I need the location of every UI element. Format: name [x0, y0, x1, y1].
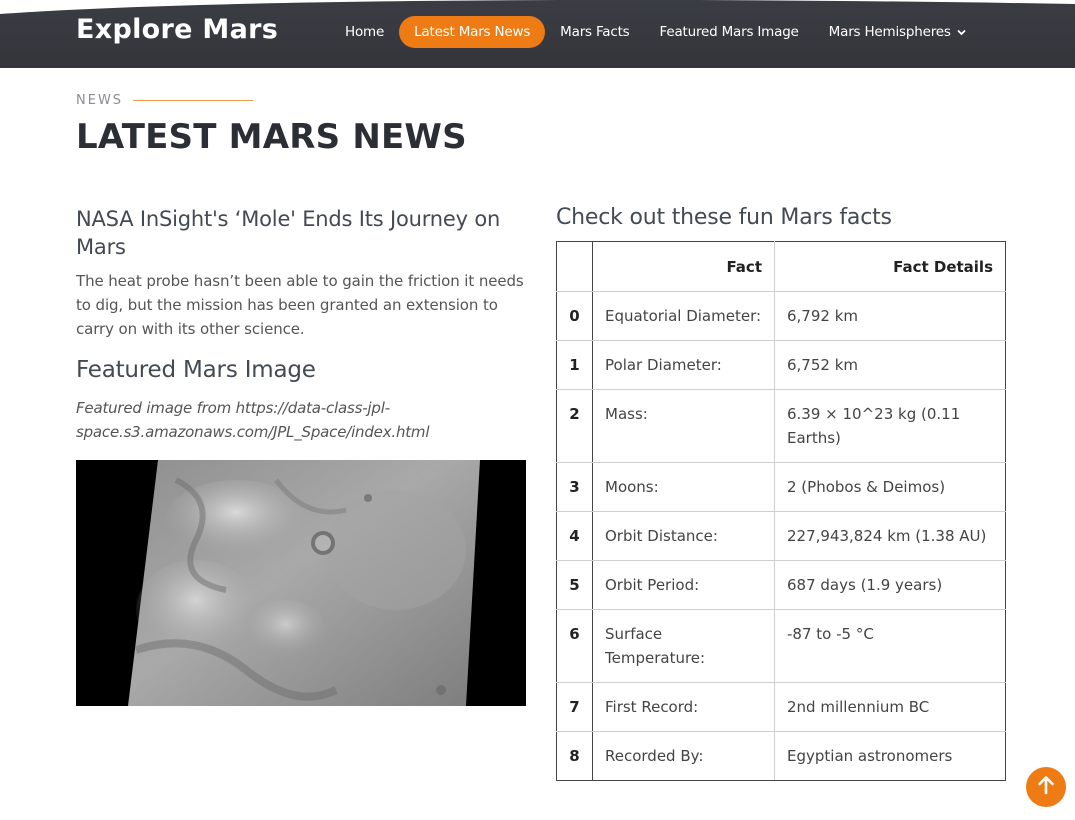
- row-index: 0: [556, 291, 593, 341]
- table-row: 5 Orbit Period: 687 days (1.9 years): [556, 560, 1006, 610]
- nav-latest-mars-news[interactable]: Latest Mars News: [399, 16, 546, 48]
- row-index: 5: [556, 560, 593, 610]
- kicker-divider: [133, 100, 253, 101]
- fact-label: Surface Temperature:: [592, 609, 775, 683]
- row-index: 3: [556, 462, 593, 512]
- fact-value: 2nd millennium BC: [774, 682, 1006, 732]
- fact-value: -87 to -5 °C: [774, 609, 1006, 683]
- row-index: 4: [556, 511, 593, 561]
- fact-value: 2 (Phobos & Deimos): [774, 462, 1006, 512]
- fact-label: First Record:: [592, 682, 775, 732]
- table-row: 4 Orbit Distance: 227,943,824 km (1.38 A…: [556, 511, 1006, 561]
- featured-image-caption: Featured image from https://data-class-j…: [76, 399, 430, 441]
- table-row: 1 Polar Diameter: 6,752 km: [556, 340, 1006, 390]
- row-index: 7: [556, 682, 593, 732]
- fact-value: 6,792 km: [774, 291, 1006, 341]
- featured-image-heading: Featured Mars Image: [76, 357, 316, 383]
- fact-label: Polar Diameter:: [592, 340, 775, 390]
- fact-label: Orbit Period:: [592, 560, 775, 610]
- nav-mars-hemispheres-label: Mars Hemispheres: [828, 24, 951, 40]
- row-index: 1: [556, 340, 593, 390]
- table-row: 3 Moons: 2 (Phobos & Deimos): [556, 462, 1006, 512]
- news-body: The heat probe hasn’t been able to gain …: [76, 272, 524, 338]
- fact-value: 687 days (1.9 years): [774, 560, 1006, 610]
- section-kicker: NEWS: [76, 93, 124, 108]
- nav-featured-mars-image[interactable]: Featured Mars Image: [645, 16, 814, 48]
- column-header-index: [556, 241, 593, 292]
- table-row: 2 Mass: 6.39 × 10^23 kg (0.11 Earths): [556, 389, 1006, 463]
- column-header-fact: Fact: [592, 241, 775, 292]
- fact-label: Orbit Distance:: [592, 511, 775, 561]
- fact-label: Mass:: [592, 389, 775, 463]
- row-index: 2: [556, 389, 593, 463]
- mars-facts-table: Fact Fact Details 0 Equatorial Diameter:…: [556, 241, 1006, 781]
- chevron-down-icon: [957, 16, 966, 48]
- table-row: 8 Recorded By: Egyptian astronomers: [556, 731, 1006, 781]
- fact-label: Recorded By:: [592, 731, 775, 781]
- fact-value: Egyptian astronomers: [774, 731, 1006, 781]
- table-row: 6 Surface Temperature: -87 to -5 °C: [556, 609, 1006, 683]
- header-arc-decoration: [0, 0, 1075, 14]
- featured-mars-image: [76, 460, 526, 706]
- row-index: 6: [556, 609, 593, 683]
- fact-label: Equatorial Diameter:: [592, 291, 775, 341]
- arrow-up-icon: [1037, 775, 1055, 799]
- fact-value: 6.39 × 10^23 kg (0.11 Earths): [774, 389, 1006, 463]
- news-title: NASA InSight's ‘Mole' Ends Its Journey o…: [76, 207, 501, 259]
- table-row: 7 First Record: 2nd millennium BC: [556, 682, 1006, 732]
- fact-value: 227,943,824 km (1.38 AU): [774, 511, 1006, 561]
- nav-mars-hemispheres[interactable]: Mars Hemispheres: [814, 16, 981, 48]
- table-row: 0 Equatorial Diameter: 6,792 km: [556, 291, 1006, 341]
- main-nav: Home Latest Mars News Mars Facts Feature…: [330, 16, 981, 48]
- nav-home[interactable]: Home: [330, 16, 399, 48]
- back-to-top-button[interactable]: [1026, 767, 1066, 807]
- fact-value: 6,752 km: [774, 340, 1006, 390]
- facts-heading: Check out these fun Mars facts: [556, 205, 892, 230]
- site-header: Explore Mars Home Latest Mars News Mars …: [0, 0, 1075, 68]
- fact-label: Moons:: [592, 462, 775, 512]
- column-header-fact-details: Fact Details: [774, 241, 1006, 292]
- nav-mars-facts[interactable]: Mars Facts: [545, 16, 644, 48]
- row-index: 8: [556, 731, 593, 781]
- site-logo[interactable]: Explore Mars: [76, 14, 278, 45]
- page-title: LATEST MARS NEWS: [76, 117, 467, 157]
- table-header-row: Fact Fact Details: [556, 241, 1006, 292]
